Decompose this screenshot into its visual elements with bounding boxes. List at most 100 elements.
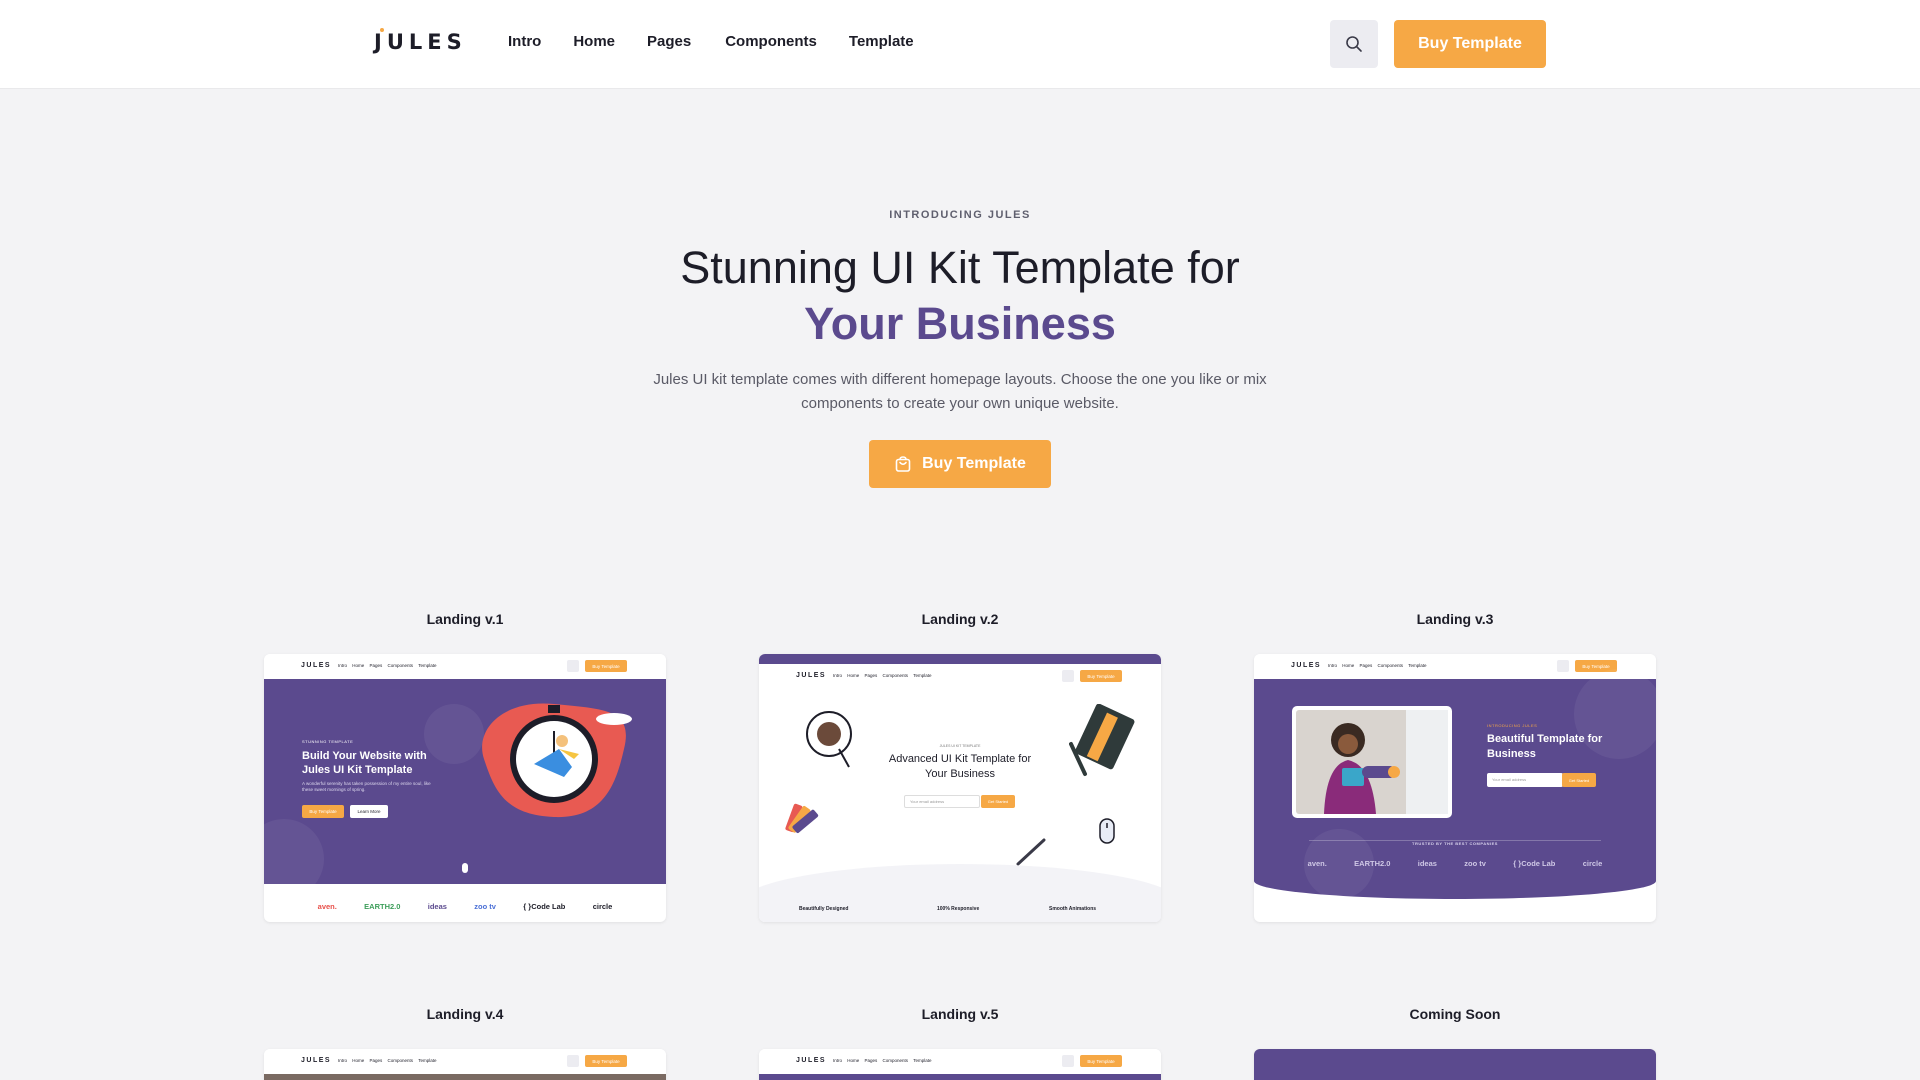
card-title-landing-4: Landing v.4 xyxy=(426,1006,504,1022)
v1-text: A wonderful serenity has taken possessio… xyxy=(302,781,431,792)
logo-zootv: zoo tv xyxy=(1464,859,1486,868)
mini-buy-button: Buy Template xyxy=(585,1055,627,1067)
divider xyxy=(1309,840,1601,841)
top-navbar: JULES Intro Home Pages Components Templa… xyxy=(0,0,1920,88)
stopwatch-illustration xyxy=(482,703,632,818)
card-title-landing-5: Landing v.5 xyxy=(921,1006,999,1022)
notebook-illustration xyxy=(1069,704,1135,776)
v1-title: Build Your Website with Jules UI Kit Tem… xyxy=(302,750,427,776)
mini-logo: JULES xyxy=(301,1057,332,1064)
logo-aven: aven. xyxy=(317,902,337,911)
shopping-bag-icon xyxy=(895,456,911,472)
logo-aven: aven. xyxy=(1307,859,1327,868)
v2-feature-1: Beautifully Designed xyxy=(799,906,849,912)
scroll-indicator xyxy=(462,863,468,873)
mini-search-icon xyxy=(1062,1055,1074,1067)
hero-buy-button[interactable]: Buy Template xyxy=(869,440,1051,488)
mini-header: JULES Intro Home Pages Components Templa… xyxy=(759,664,1161,688)
mouse-illustration xyxy=(1099,818,1115,844)
landing-3-preview[interactable]: JULES Intro Home Pages Components Templa… xyxy=(1254,654,1656,922)
logo-earth: EARTH2.0 xyxy=(364,902,401,911)
main-nav: Intro Home Pages Components Template xyxy=(508,33,946,50)
landing-4-preview[interactable]: JULES Intro Home Pages Components Templa… xyxy=(264,1049,666,1080)
woman-photo xyxy=(1296,710,1448,814)
card-title-landing-2: Landing v.2 xyxy=(921,611,999,627)
mini-nav: Intro Home Pages Components Template xyxy=(1328,663,1427,668)
mini-search-icon xyxy=(567,660,579,672)
logo[interactable]: JULES xyxy=(374,30,467,54)
mini-buy-button: Buy Template xyxy=(585,660,627,672)
nav-components[interactable]: Components xyxy=(725,33,817,50)
v1-learn-button: Learn More xyxy=(350,805,388,818)
mini-buy-button: Buy Template xyxy=(1080,670,1122,682)
mini-logo: JULES xyxy=(301,662,332,669)
v2-announcement-bar xyxy=(759,654,1161,664)
card-title-landing-3: Landing v.3 xyxy=(1416,611,1494,627)
logo-earth: EARTH2.0 xyxy=(1354,859,1391,868)
card-title-coming-soon: Coming Soon xyxy=(1409,1006,1501,1022)
v2-curve xyxy=(759,864,1161,922)
v2-hero: JULES UI KIT TEMPLATE Advanced UI Kit Te… xyxy=(759,689,1161,889)
mini-search-icon xyxy=(567,1055,579,1067)
buy-template-button[interactable]: Buy Template xyxy=(1394,20,1546,68)
logo-circle: circle xyxy=(1582,859,1603,868)
v3-hero-band: INTRODUCING JULES Beautiful Template for… xyxy=(1254,669,1656,899)
mini-nav: Intro Home Pages Components Template xyxy=(338,1058,437,1063)
logo-zootv: zoo tv xyxy=(474,902,496,911)
nav-template[interactable]: Template xyxy=(849,33,914,50)
v1-logos-row: aven. EARTH2.0 ideas zoo tv { }Code Lab … xyxy=(264,902,666,911)
decor-blob xyxy=(264,819,324,899)
v1-eyebrow: STUNNING TEMPLATE xyxy=(302,739,354,744)
v5-hero-band xyxy=(759,1074,1161,1080)
v3-logos-row: aven. EARTH2.0 ideas zoo tv { }Code Lab … xyxy=(1254,859,1656,868)
v3-email-input: Your email address xyxy=(1487,773,1563,787)
logo-dot xyxy=(380,28,384,32)
logo-codelab: { }Code Lab xyxy=(1513,859,1556,868)
nav-pages[interactable]: Pages xyxy=(647,33,691,50)
mini-logo: JULES xyxy=(1291,662,1322,669)
card-title-landing-1: Landing v.1 xyxy=(426,611,504,627)
logo-ideas: ideas xyxy=(427,902,447,911)
v2-feature-2: 100% Responsive xyxy=(937,906,980,912)
mini-nav: Intro Home Pages Components Template xyxy=(833,673,932,678)
coming-soon-preview xyxy=(1254,1049,1656,1080)
color-swatches-illustration xyxy=(785,803,819,834)
coffee-cup-illustration xyxy=(806,711,852,768)
search-button[interactable] xyxy=(1330,20,1378,68)
mini-nav: Intro Home Pages Components Template xyxy=(833,1058,932,1063)
mini-search-icon xyxy=(1062,670,1074,682)
landing-1-preview[interactable]: JULES Intro Home Pages Components Templa… xyxy=(264,654,666,922)
hero-buy-label: Buy Template xyxy=(922,455,1026,472)
logo-ideas: ideas xyxy=(1417,859,1437,868)
nav-home[interactable]: Home xyxy=(573,33,615,50)
v4-hero-band xyxy=(264,1074,666,1080)
pen-illustration xyxy=(1016,838,1046,866)
v3-trusted-label: TRUSTED BY THE BEST COMPANIES xyxy=(1412,841,1498,846)
hero-eyebrow: INTRODUCING JULES xyxy=(889,209,1031,221)
v3-title: Beautiful Template for Business xyxy=(1487,733,1603,760)
mini-logo: JULES xyxy=(796,672,827,679)
nav-intro[interactable]: Intro xyxy=(508,33,541,50)
v3-photo-frame xyxy=(1292,706,1452,818)
mini-nav: Intro Home Pages Components Template xyxy=(338,663,437,668)
mini-buy-button: Buy Template xyxy=(1080,1055,1122,1067)
v2-email-input: Your email address xyxy=(904,795,980,808)
landing-5-preview[interactable]: JULES Intro Home Pages Components Templa… xyxy=(759,1049,1161,1080)
hero-description: Jules UI kit template comes with differe… xyxy=(653,371,1267,412)
v1-hero-band: STUNNING TEMPLATE Build Your Website wit… xyxy=(264,679,666,899)
landing-2-preview[interactable]: JULES Intro Home Pages Components Templa… xyxy=(759,654,1161,922)
mini-search-icon xyxy=(1557,660,1569,672)
mini-header: JULES Intro Home Pages Components Templa… xyxy=(264,654,666,678)
search-icon xyxy=(1346,36,1362,52)
mini-logo: JULES xyxy=(796,1057,827,1064)
v2-feature-3: Smooth Animations xyxy=(1049,906,1097,912)
hero-title: Stunning UI Kit Template for xyxy=(680,242,1240,293)
logo-circle: circle xyxy=(592,902,613,911)
v1-buy-button: Buy Template xyxy=(302,805,344,818)
mini-header: JULES Intro Home Pages Components Templa… xyxy=(759,1049,1161,1073)
v2-title: Advanced UI Kit Template for Your Busine… xyxy=(888,753,1032,780)
v3-eyebrow: INTRODUCING JULES xyxy=(1487,723,1538,728)
hero-title-accent: Your Business xyxy=(804,298,1116,349)
mini-header: JULES Intro Home Pages Components Templa… xyxy=(264,1049,666,1073)
logo-codelab: { }Code Lab xyxy=(523,902,566,911)
